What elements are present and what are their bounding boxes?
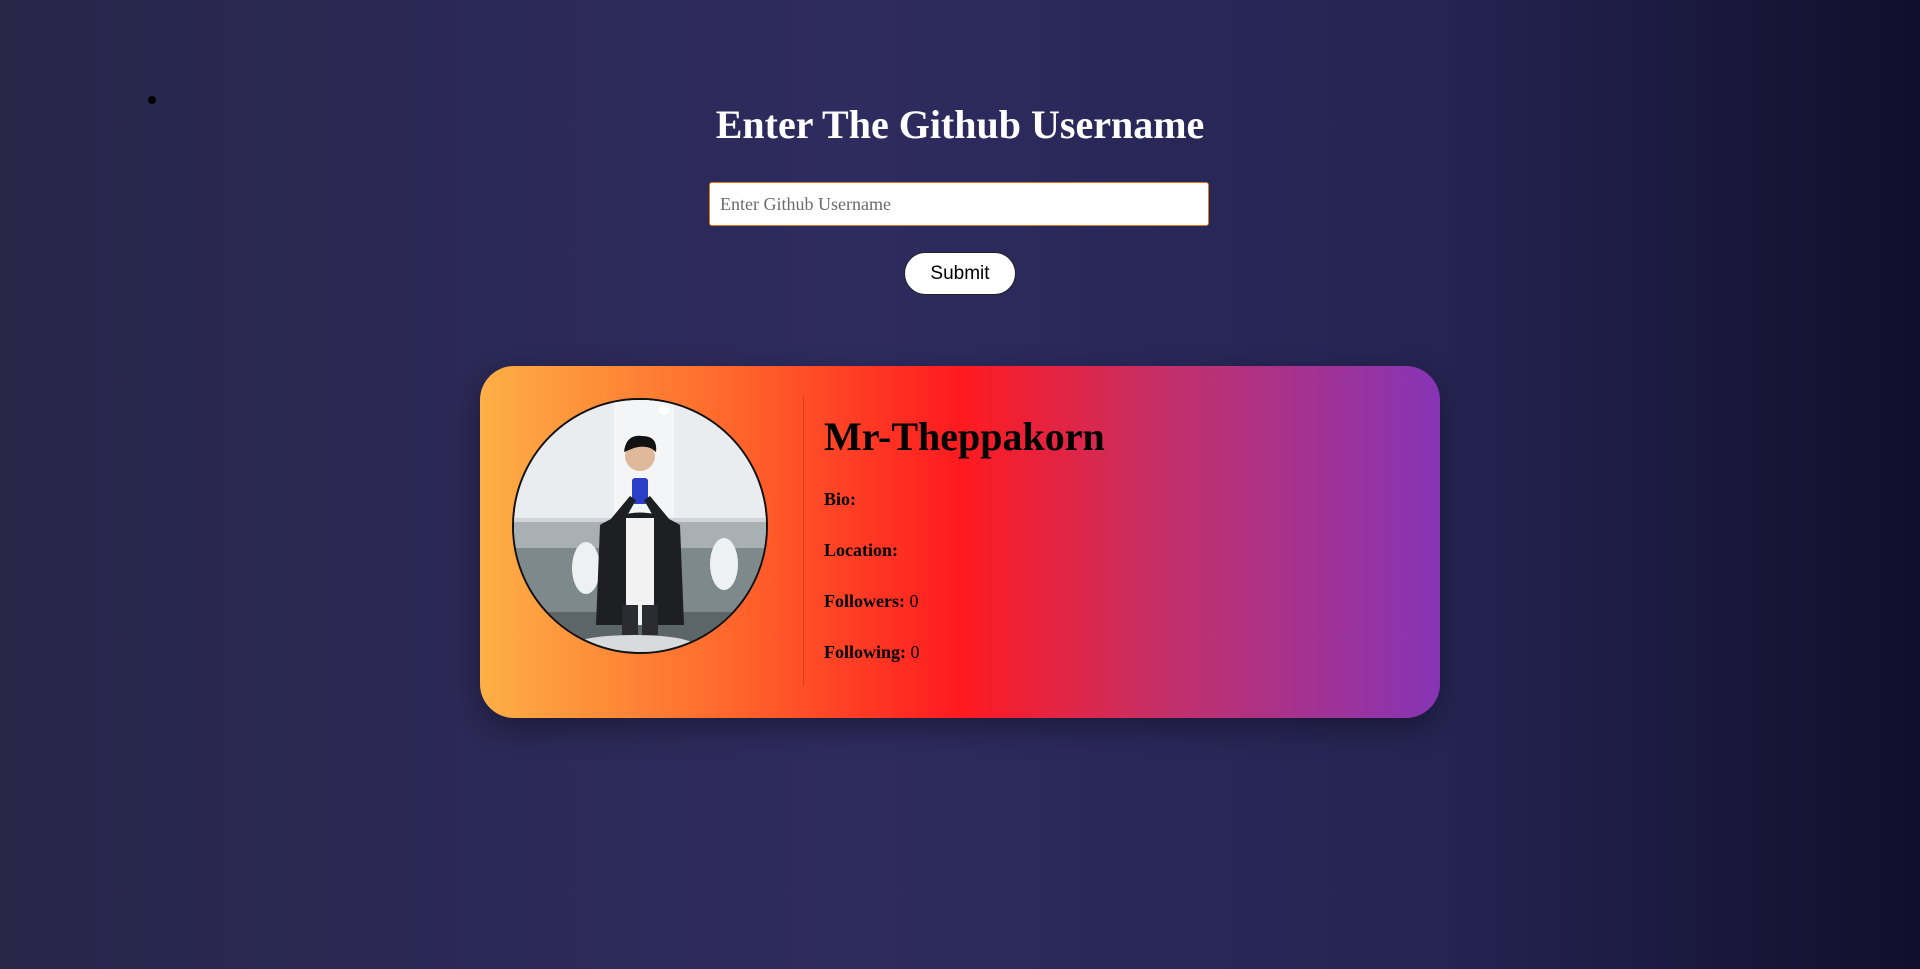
avatar xyxy=(512,398,768,654)
page-title: Enter The Github Username xyxy=(715,102,1205,147)
profile-name: Mr-Theppakorn xyxy=(824,414,1105,459)
profile-card: Mr-Theppakorn Bio: Location: Followers: … xyxy=(480,366,1440,718)
user-avatar-photo-icon xyxy=(514,400,766,652)
submit-button[interactable]: Submit xyxy=(904,252,1016,295)
username-input[interactable] xyxy=(709,182,1209,226)
followers-row: Followers: 0 xyxy=(824,590,918,612)
following-label: Following: xyxy=(824,642,907,662)
followers-label: Followers: xyxy=(824,591,905,611)
following-value: 0 xyxy=(910,642,920,662)
followers-value: 0 xyxy=(909,591,919,611)
location-label: Location: xyxy=(824,540,898,560)
card-divider xyxy=(803,396,804,686)
following-row: Following: 0 xyxy=(824,641,920,663)
bio-row: Bio: xyxy=(824,488,856,510)
location-row: Location: xyxy=(824,539,898,561)
bio-label: Bio: xyxy=(824,489,857,509)
